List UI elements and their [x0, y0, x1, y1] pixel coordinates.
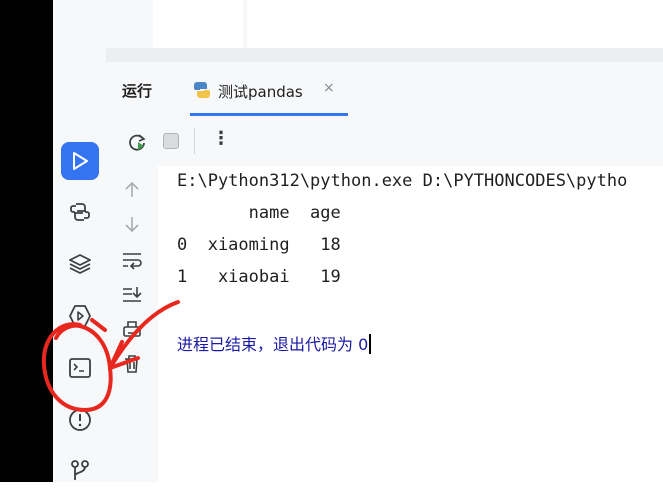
scroll-to-end-icon[interactable]	[120, 283, 144, 307]
tab-label: 测试pandas	[218, 83, 303, 101]
tab-selected-indicator	[190, 113, 348, 116]
git-icon	[71, 460, 89, 480]
rerun-icon	[129, 134, 146, 151]
splitter[interactable]	[106, 48, 663, 62]
problems-tool-button[interactable]	[61, 401, 99, 439]
rerun-button[interactable]	[126, 131, 148, 157]
text-caret	[369, 334, 372, 354]
terminal-icon	[69, 358, 91, 378]
editor-card	[153, 0, 243, 48]
tool-window-title: 运行	[122, 82, 153, 100]
layers-tool-button[interactable]	[61, 245, 99, 283]
problems-icon	[69, 409, 91, 431]
terminal-tool-button[interactable]	[61, 349, 99, 387]
console-command-line: E:\Python312\python.exe D:\PYTHONCODES\p…	[177, 171, 628, 191]
run-icon	[73, 152, 88, 170]
editor-panel	[247, 0, 663, 48]
stop-button[interactable]	[163, 133, 179, 149]
run-toolbar	[106, 118, 663, 166]
python-console-icon	[70, 203, 90, 221]
python-console-tool-button[interactable]	[61, 193, 99, 231]
exit-message: 进程已结束，退出代码为 0	[177, 335, 369, 354]
clear-all-icon[interactable]	[120, 352, 144, 376]
services-tool-button[interactable]	[61, 297, 99, 335]
layers-icon	[69, 254, 91, 274]
python-file-icon	[194, 82, 210, 98]
screen-border	[0, 0, 53, 482]
git-tool-button[interactable]	[61, 452, 99, 490]
toolbar-divider	[194, 128, 195, 154]
run-tool-button[interactable]	[61, 142, 99, 180]
console-exit-line: 进程已结束，退出代码为 0	[177, 331, 372, 355]
run-tab[interactable]: 测试pandas ×	[190, 76, 348, 116]
soft-wrap-icon[interactable]	[120, 248, 144, 272]
scroll-down-icon[interactable]	[120, 212, 144, 236]
scroll-up-icon[interactable]	[120, 178, 144, 202]
services-icon	[69, 305, 91, 327]
print-icon[interactable]	[120, 318, 144, 342]
console-line: name age	[177, 203, 341, 223]
tab-close-icon[interactable]: ×	[323, 80, 335, 96]
stop-icon	[163, 133, 179, 149]
console-line: 0 xiaoming 18	[177, 235, 341, 255]
console-line: 1 xiaobai 19	[177, 267, 341, 287]
more-options-button[interactable]: ⋮	[212, 128, 230, 149]
